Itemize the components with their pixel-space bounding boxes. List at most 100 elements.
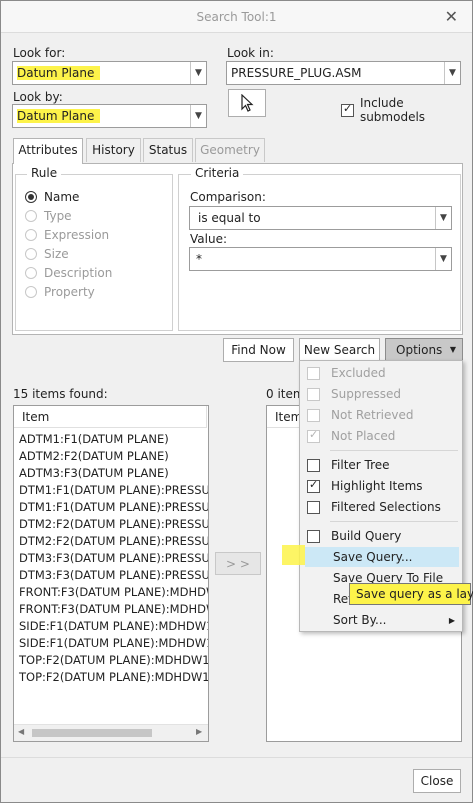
menu-item-highlight-items[interactable]: Highlight Items [305, 476, 459, 496]
rule-option-property[interactable]: Property [25, 283, 95, 301]
submenu-arrow-icon: ▶ [448, 615, 455, 625]
radio-icon[interactable] [25, 286, 37, 298]
menu-item-label: Highlight Items [331, 479, 423, 493]
chevron-down-icon[interactable]: ▼ [190, 105, 206, 127]
menu-item-sort-by[interactable]: Sort By... ▶ [305, 610, 459, 630]
menu-item-save-query[interactable]: Save Query... [305, 547, 459, 567]
checkbox-icon[interactable] [307, 458, 320, 472]
look-for-label: Look for: [13, 46, 66, 60]
rule-option-type[interactable]: Type [25, 207, 72, 225]
radio-icon[interactable] [25, 229, 37, 241]
checkbox-icon [307, 366, 320, 380]
chevron-down-icon[interactable]: ▼ [435, 248, 451, 270]
checkbox-icon [307, 387, 320, 401]
results-list[interactable]: Item ADTM1:F1(DATUM PLANE) ADTM2:F2(DATU… [13, 405, 209, 742]
menu-item-filtered-selections[interactable]: Filtered Selections [305, 497, 459, 517]
transfer-button[interactable]: > > [215, 552, 261, 575]
rule-option-expression[interactable]: Expression [25, 226, 109, 244]
checkbox-icon[interactable] [307, 478, 320, 493]
radio-icon[interactable] [25, 191, 37, 203]
include-submodels-checkbox[interactable]: Include submodels [341, 96, 472, 124]
rule-option-label: Property [44, 285, 95, 299]
options-button[interactable]: Options ▼ [385, 338, 463, 362]
list-item[interactable]: DTM2:F2(DATUM PLANE):PRESSURE [19, 517, 208, 534]
search-tool-window: Search Tool:1 ✕ Look for: Datum Plane ▼ … [0, 0, 473, 803]
radio-icon[interactable] [25, 267, 37, 279]
value-input[interactable]: * ▼ [189, 247, 452, 271]
tooltip: Save query as a layer [349, 583, 473, 605]
window-title: Search Tool:1 [196, 10, 277, 24]
radio-icon[interactable] [25, 248, 37, 260]
menu-item-label: Not Placed [331, 429, 396, 443]
checkbox-icon[interactable] [307, 500, 320, 514]
chevron-down-icon[interactable]: ▼ [190, 62, 206, 84]
look-by-dropdown[interactable]: Datum Plane ▼ [12, 104, 207, 128]
list-header-item[interactable]: Item [14, 406, 206, 428]
find-now-button[interactable]: Find Now [223, 338, 294, 362]
list-item[interactable]: ADTM2:F2(DATUM PLANE) [19, 449, 169, 466]
menu-item-label: Build Query [331, 529, 402, 543]
menu-item-suppressed: Suppressed [305, 384, 459, 404]
menu-item-build-query[interactable]: Build Query [305, 526, 459, 546]
menu-separator [330, 450, 458, 451]
tab-history[interactable]: History [86, 138, 141, 162]
radio-icon[interactable] [25, 210, 37, 222]
checkbox-icon[interactable] [341, 102, 354, 117]
menu-item-label: Filtered Selections [331, 500, 441, 514]
list-item[interactable]: ADTM3:F3(DATUM PLANE) [19, 466, 169, 483]
list-item[interactable]: TOP:F2(DATUM PLANE):MDHDW10 [19, 653, 208, 670]
checkbox-icon[interactable] [307, 529, 320, 543]
value-label: Value: [190, 232, 227, 246]
menu-item-label: Suppressed [331, 387, 402, 401]
list-item[interactable]: TOP:F2(DATUM PLANE):MDHDW10 [19, 670, 208, 687]
chevron-down-icon: ▼ [449, 345, 456, 354]
list-item[interactable]: DTM1:F1(DATUM PLANE):PRESSURE [19, 500, 208, 517]
close-icon[interactable]: ✕ [445, 7, 458, 26]
list-item[interactable]: FRONT:F3(DATUM PLANE):MDHDW [19, 602, 208, 619]
menu-item-not-placed: Not Placed [305, 426, 459, 446]
list-item[interactable]: DTM2:F2(DATUM PLANE):PRESSURE [19, 534, 208, 551]
menu-item-not-retrieved: Not Retrieved [305, 405, 459, 425]
rule-title: Rule [27, 166, 62, 180]
comparison-dropdown[interactable]: is equal to ▼ [189, 206, 452, 230]
menu-item-label: Excluded [331, 366, 386, 380]
scroll-right-icon[interactable]: ▶ [196, 727, 202, 736]
horizontal-scrollbar[interactable]: ◀ ▶ [14, 724, 208, 741]
menu-item-filter-tree[interactable]: Filter Tree [305, 455, 459, 475]
new-search-button[interactable]: New Search [299, 338, 380, 362]
list-item[interactable]: DTM3:F3(DATUM PLANE):PRESSURE [19, 551, 208, 568]
highlight-marker [282, 545, 305, 565]
list-item[interactable]: DTM1:F1(DATUM PLANE):PRESSURE [19, 483, 208, 500]
menu-item-label: Not Retrieved [331, 408, 414, 422]
list-item[interactable]: FRONT:F3(DATUM PLANE):MDHDW [19, 585, 208, 602]
look-in-dropdown[interactable]: PRESSURE_PLUG.ASM ▼ [226, 61, 461, 85]
look-for-value: Datum Plane [17, 66, 101, 80]
items-found-label: 15 items found: [13, 387, 108, 401]
list-item[interactable]: DTM3:F3(DATUM PLANE):PRESSURE [19, 568, 208, 585]
pointer-icon [241, 93, 254, 112]
close-button[interactable]: Close [413, 769, 461, 793]
look-for-dropdown[interactable]: Datum Plane ▼ [12, 61, 207, 85]
rule-option-label: Description [44, 266, 113, 280]
menu-item-label: Filter Tree [331, 458, 390, 472]
rule-option-name[interactable]: Name [25, 188, 79, 206]
scrollbar-thumb[interactable] [32, 729, 152, 737]
menu-item-label: Sort By... [333, 613, 387, 627]
column-divider [206, 406, 207, 428]
tab-attributes[interactable]: Attributes [13, 138, 83, 164]
rule-option-description[interactable]: Description [25, 264, 112, 282]
select-model-button[interactable] [228, 89, 266, 117]
list-item[interactable]: SIDE:F1(DATUM PLANE):MDHDW10 [19, 636, 208, 653]
scroll-left-icon[interactable]: ◀ [18, 727, 24, 736]
comparison-value: is equal to [198, 211, 261, 225]
tab-status[interactable]: Status [143, 138, 193, 162]
look-in-label: Look in: [227, 46, 274, 60]
chevron-down-icon[interactable]: ▼ [435, 207, 451, 229]
rule-option-size[interactable]: Size [25, 245, 69, 263]
rule-option-label: Expression [44, 228, 110, 242]
list-item[interactable]: ADTM1:F1(DATUM PLANE) [19, 432, 169, 449]
look-by-value: Datum Plane [17, 109, 101, 123]
chevron-down-icon[interactable]: ▼ [444, 62, 460, 84]
footer-divider [1, 757, 472, 758]
list-item[interactable]: SIDE:F1(DATUM PLANE):MDHDW10 [19, 619, 208, 636]
